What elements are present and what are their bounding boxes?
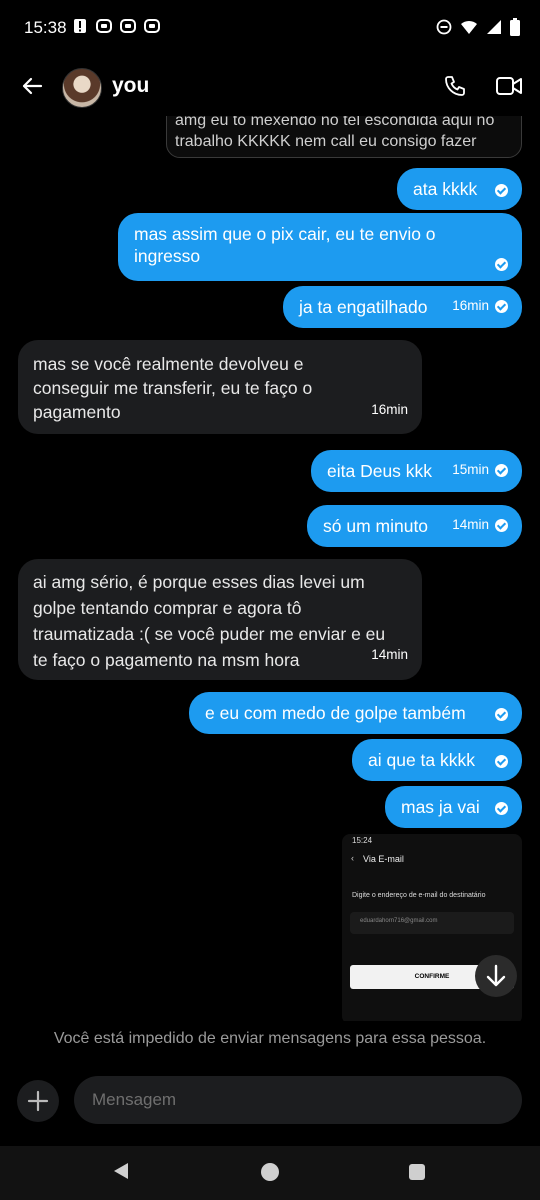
avatar[interactable] [62,68,102,108]
read-check-icon [495,463,508,477]
message-time: 16min [371,402,408,417]
add-attachment-button[interactable] [17,1080,59,1122]
notification-icons [72,18,160,34]
message-time: 14min [371,647,408,662]
arrow-down-icon [486,964,506,987]
message-time: 16min [452,298,489,313]
message-text: ai amg sério, é porque esses dias levei … [33,572,386,670]
plus-icon [27,1090,49,1112]
blocked-notice: Você está impedido de enviar mensagens p… [53,1030,487,1047]
attachment-email-field: eduardahorn716@gmail.com [350,912,514,934]
read-check-icon [495,184,508,197]
outgoing-message[interactable]: ja ta engatilhado 16min [283,286,522,328]
composer [0,1074,540,1126]
scroll-down-button[interactable] [475,955,517,997]
nav-recents-icon[interactable] [409,1164,425,1180]
message-text: mas assim que o pix cair, eu te envio o … [134,224,436,266]
outgoing-message[interactable]: e eu com medo de golpe também [189,692,522,734]
system-nav-bar [0,1146,540,1200]
incoming-message[interactable]: ai amg sério, é porque esses dias levei … [18,559,422,680]
message-text: mas se você realmente devolveu e consegu… [33,354,313,422]
outgoing-message[interactable]: mas assim que o pix cair, eu te envio o … [118,213,522,281]
status-time: 15:38 [24,18,67,37]
wifi-icon [461,20,477,34]
alert-icon [74,19,86,33]
back-arrow-icon[interactable] [20,74,44,98]
read-check-icon [495,299,508,313]
attachment-email: eduardahorn716@gmail.com [360,918,438,924]
do-not-disturb-icon [436,19,452,35]
app-notification-icon [96,19,112,33]
outgoing-message[interactable]: ai que ta kkkk [352,739,522,781]
outgoing-message[interactable]: ata kkkk [397,168,522,210]
message-text: e eu com medo de golpe também [205,703,466,723]
incoming-message[interactable]: mas se você realmente devolveu e consegu… [18,340,422,434]
read-check-icon [495,258,508,271]
read-check-icon [495,755,508,768]
chat-header: you [0,58,540,116]
app-notification-icon [120,19,136,33]
nav-back-icon[interactable] [114,1163,128,1179]
message-input[interactable] [74,1076,522,1124]
battery-icon [510,18,520,36]
attachment-status-time: 15:24 [352,836,373,845]
message-time: 14min [452,517,489,532]
message-list[interactable]: amg eu to mexendo no tel escondida aqui … [0,116,540,1021]
attachment-title: Via E-mail [363,854,404,864]
attachment-label: Digite o endereço de e-mail do destinatá… [352,892,486,899]
contact-name[interactable]: you [112,74,149,98]
message-time: 15min [452,462,489,477]
outgoing-message[interactable]: só um minuto 14min [307,505,522,547]
quoted-message[interactable]: amg eu to mexendo no tel escondida aqui … [166,116,522,158]
phone-call-icon[interactable] [443,74,467,98]
message-text: amg eu to mexendo no tel escondida aqui … [175,116,495,150]
attachment-back-icon: ‹ [351,853,354,863]
nav-home-icon[interactable] [261,1163,279,1181]
status-bar: 15:38 [0,0,540,58]
read-check-icon [495,518,508,532]
outgoing-message[interactable]: mas ja vai [385,786,522,828]
signal-icon [487,20,501,34]
read-check-icon [495,802,508,815]
read-check-icon [495,708,508,721]
outgoing-message[interactable]: eita Deus kkk 15min [311,450,522,492]
app-notification-icon [144,19,160,33]
video-call-icon[interactable] [496,75,522,97]
system-icons [436,18,520,36]
